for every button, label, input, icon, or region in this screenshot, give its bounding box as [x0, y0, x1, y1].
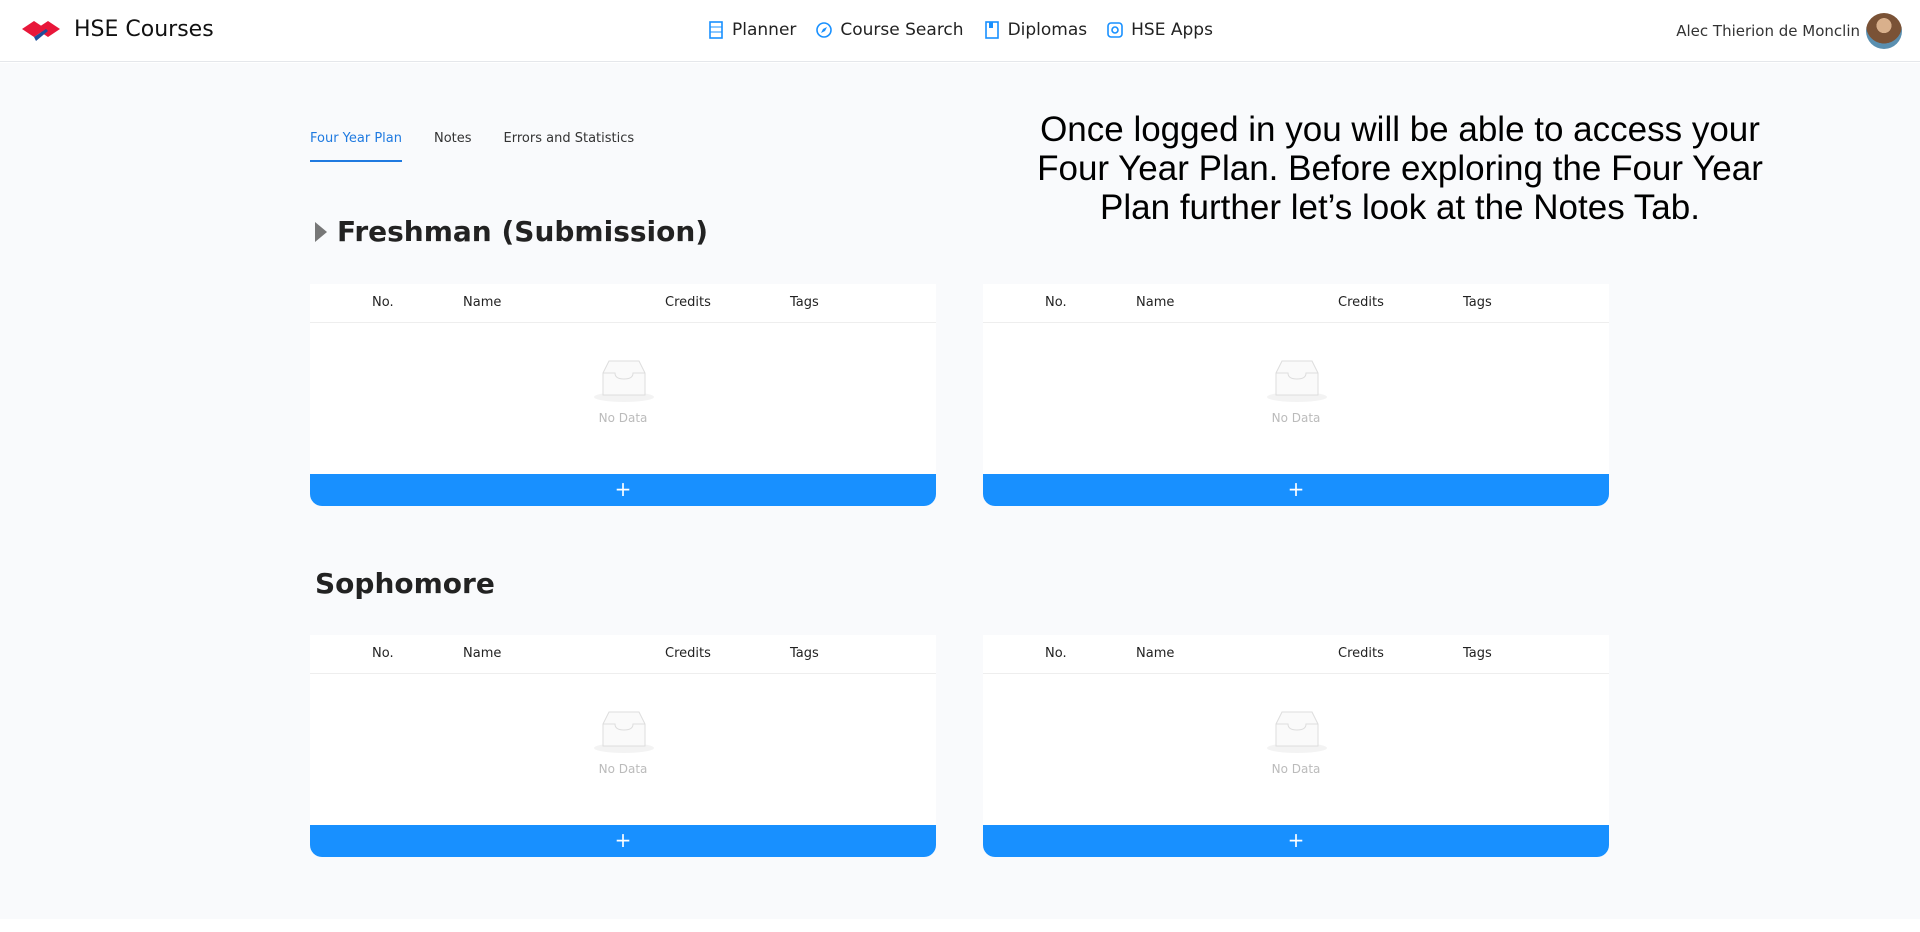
compass-icon [816, 22, 833, 38]
nav-diplomas[interactable]: Diplomas [984, 20, 1088, 40]
add-course-button[interactable]: + [983, 825, 1609, 857]
column-name: Name [1136, 646, 1175, 661]
column-no: No. [1045, 295, 1067, 310]
add-course-button[interactable]: + [310, 474, 936, 506]
course-table: No. Name Credits Tags No Data + [310, 284, 936, 506]
section-title: Sophomore [315, 567, 495, 600]
book-icon [984, 21, 999, 39]
column-credits: Credits [665, 646, 711, 661]
column-credits: Credits [665, 295, 711, 310]
tab-errors-and-statistics[interactable]: Errors and Statistics [504, 131, 635, 162]
course-table: No. Name Credits Tags No Data + [983, 635, 1609, 857]
hse-logo-icon[interactable] [22, 19, 62, 43]
nav-planner[interactable]: Planner [708, 20, 796, 40]
column-name: Name [463, 295, 502, 310]
column-credits: Credits [1338, 295, 1384, 310]
no-data-text: No Data [1271, 411, 1321, 425]
table-header: No. Name Credits Tags [310, 635, 936, 674]
column-credits: Credits [1338, 646, 1384, 661]
main-nav: Planner Course Search Diplomas HSE Apps [708, 20, 1213, 40]
planner-icon [709, 21, 723, 39]
section-sophomore: Sophomore [315, 567, 495, 600]
nav-label: Diplomas [1007, 20, 1088, 40]
tab-notes[interactable]: Notes [434, 131, 472, 162]
no-data-text: No Data [598, 762, 648, 776]
empty-state: No Data [983, 674, 1609, 825]
tab-bar: Four Year Plan Notes Errors and Statisti… [310, 131, 634, 162]
column-tags: Tags [790, 295, 819, 310]
tab-four-year-plan[interactable]: Four Year Plan [310, 131, 402, 162]
no-data-text: No Data [1271, 762, 1321, 776]
add-course-button[interactable]: + [310, 825, 936, 857]
column-tags: Tags [1463, 295, 1492, 310]
tutorial-overlay-text: Once logged in you will be able to acces… [1037, 110, 1763, 227]
empty-state: No Data [310, 323, 936, 474]
add-course-button[interactable]: + [983, 474, 1609, 506]
no-data-text: No Data [598, 411, 648, 425]
course-table: No. Name Credits Tags No Data + [310, 635, 936, 857]
table-header: No. Name Credits Tags [983, 284, 1609, 323]
column-no: No. [1045, 646, 1067, 661]
nav-label: HSE Apps [1131, 20, 1213, 40]
column-no: No. [372, 646, 394, 661]
empty-inbox-icon [594, 360, 654, 402]
column-no: No. [372, 295, 394, 310]
section-title: Freshman (Submission) [337, 215, 709, 248]
nav-label: Course Search [840, 20, 964, 40]
empty-inbox-icon [1267, 360, 1327, 402]
empty-state: No Data [310, 674, 936, 825]
empty-inbox-icon [594, 711, 654, 753]
course-table: No. Name Credits Tags No Data + [983, 284, 1609, 506]
column-name: Name [1136, 295, 1175, 310]
main-content: Four Year Plan Notes Errors and Statisti… [0, 63, 1920, 919]
column-tags: Tags [790, 646, 819, 661]
top-nav-bar: HSE Courses Planner Course Search Diplom… [0, 0, 1920, 62]
nav-course-search[interactable]: Course Search [816, 20, 964, 40]
table-header: No. Name Credits Tags [983, 635, 1609, 674]
column-name: Name [463, 646, 502, 661]
empty-state: No Data [983, 323, 1609, 474]
section-freshman[interactable]: Freshman (Submission) [315, 215, 708, 248]
nav-label: Planner [732, 20, 797, 40]
table-header: No. Name Credits Tags [310, 284, 936, 323]
empty-inbox-icon [1267, 711, 1327, 753]
caret-right-icon[interactable] [315, 221, 327, 242]
user-name[interactable]: Alec Thierion de Monclin [1676, 22, 1860, 40]
instagram-icon [1107, 22, 1123, 38]
brand-title[interactable]: HSE Courses [74, 17, 214, 42]
avatar[interactable] [1866, 13, 1902, 49]
column-tags: Tags [1463, 646, 1492, 661]
nav-hse-apps[interactable]: HSE Apps [1107, 20, 1213, 40]
